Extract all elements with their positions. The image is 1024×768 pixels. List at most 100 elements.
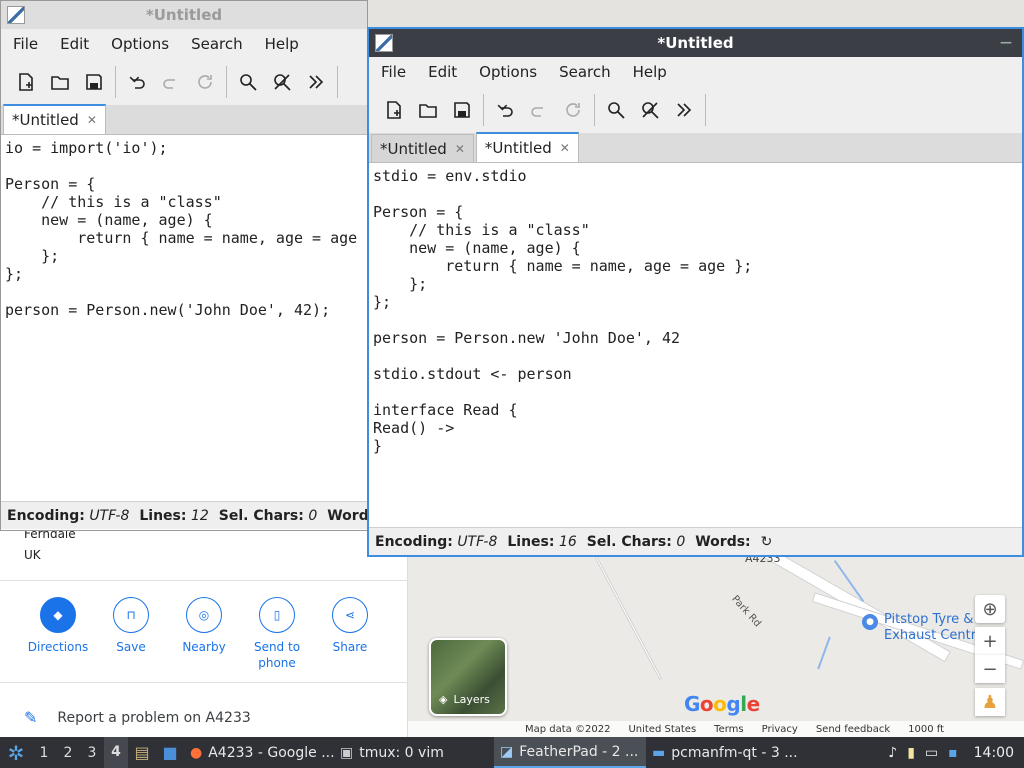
divider	[0, 682, 408, 683]
tab-untitled-1[interactable]: *Untitled ✕	[371, 134, 474, 162]
layers-icon: ◈	[439, 693, 448, 706]
start-menu-button[interactable]: ✲	[0, 737, 32, 768]
toolbar	[1, 59, 367, 105]
menu-help[interactable]: Help	[633, 63, 667, 81]
share-icon: ⋖	[344, 608, 356, 622]
map-path	[593, 554, 663, 681]
menu-search[interactable]: Search	[191, 35, 243, 53]
file-manager-launcher[interactable]: ▤	[128, 743, 156, 762]
workspace-1[interactable]: 1	[32, 745, 56, 761]
volume-icon[interactable]: ♪	[888, 745, 897, 761]
updates-icon[interactable]: ▪	[948, 745, 958, 761]
open-file-button[interactable]	[411, 93, 445, 127]
nearby-button[interactable]: ◎ Nearby	[170, 597, 238, 655]
send-to-phone-button[interactable]: ▯ Send to phone	[243, 597, 311, 671]
toolbar-separator	[483, 94, 484, 126]
find-button[interactable]	[599, 93, 633, 127]
folder-icon: ▬	[652, 744, 666, 761]
privacy-link[interactable]: Privacy	[762, 724, 798, 735]
menu-search[interactable]: Search	[559, 63, 611, 81]
task-terminal[interactable]: ▣ tmux: 0 vim	[334, 737, 494, 768]
tab-untitled-2[interactable]: *Untitled ✕	[475, 132, 579, 162]
close-tab-icon[interactable]: ✕	[560, 141, 570, 155]
toolbar-separator	[337, 66, 338, 98]
tab-untitled[interactable]: *Untitled ✕	[3, 104, 106, 134]
menu-file[interactable]: File	[13, 35, 38, 53]
network-icon[interactable]: ▭	[925, 745, 938, 761]
save-place-button[interactable]: ⊓ Save	[97, 597, 165, 655]
undo-button[interactable]	[120, 65, 154, 99]
menu-options[interactable]: Options	[111, 35, 169, 53]
zoom-out-button[interactable]: −	[975, 655, 1005, 683]
share-button[interactable]: ⋖ Share	[316, 597, 384, 655]
window-title: *Untitled	[145, 6, 223, 24]
title-bar[interactable]: *Untitled —	[369, 29, 1022, 57]
pencil-icon: ✎	[24, 708, 38, 727]
phone-icon: ▯	[273, 608, 281, 622]
region-link[interactable]: United States	[628, 724, 696, 735]
menu-file[interactable]: File	[381, 63, 406, 81]
new-file-button[interactable]	[9, 65, 43, 99]
code-editor[interactable]: io = import('io'); Person = { // this is…	[1, 135, 367, 497]
menu-edit[interactable]: Edit	[428, 63, 457, 81]
lines-value: 16	[558, 533, 577, 550]
more-button[interactable]	[667, 93, 701, 127]
new-file-button[interactable]	[377, 93, 411, 127]
minimize-icon[interactable]: —	[1000, 35, 1012, 49]
redo-button[interactable]	[522, 93, 556, 127]
replace-button[interactable]	[633, 93, 667, 127]
close-tab-icon[interactable]: ✕	[455, 142, 465, 156]
replace-icon	[642, 102, 659, 119]
reload-button[interactable]	[188, 65, 222, 99]
more-button[interactable]	[299, 65, 333, 99]
workspace-2[interactable]: 2	[56, 745, 80, 761]
undo-icon	[497, 104, 513, 117]
toolbar-separator	[226, 66, 227, 98]
clock[interactable]: 14:00	[974, 745, 1014, 761]
terms-link[interactable]: Terms	[714, 724, 743, 735]
task-pcmanfm[interactable]: ▬ pcmanfm-qt - 3 ...	[646, 737, 806, 768]
report-problem-link[interactable]: ✎ Report a problem on A4233	[24, 708, 251, 727]
zoom-in-button[interactable]: +	[975, 627, 1005, 655]
featherpad-window-front[interactable]: *Untitled — File Edit Options Search Hel…	[367, 27, 1024, 557]
google-logo: Google	[684, 692, 760, 716]
pegman-button[interactable]: ♟	[975, 688, 1005, 716]
open-folder-icon	[419, 104, 437, 118]
show-desktop-button[interactable]: ■	[156, 743, 184, 762]
layers-button[interactable]: ◈ Layers	[429, 638, 507, 716]
save-button[interactable]	[77, 65, 111, 99]
workspace-3[interactable]: 3	[80, 745, 104, 761]
clipboard-icon[interactable]: ▮	[907, 745, 915, 761]
replace-button[interactable]	[265, 65, 299, 99]
plus-icon: +	[982, 630, 998, 652]
redo-icon	[531, 107, 543, 117]
reload-icon	[566, 103, 580, 117]
reload-button[interactable]	[556, 93, 590, 127]
my-location-button[interactable]: ⊕	[975, 595, 1005, 623]
refresh-words-icon[interactable]: ↻	[761, 534, 773, 550]
undo-button[interactable]	[488, 93, 522, 127]
find-button[interactable]	[231, 65, 265, 99]
code-editor[interactable]: stdio = env.stdio Person = { // this is …	[369, 163, 1022, 497]
task-featherpad[interactable]: ◪ FeatherPad - 2 ...	[494, 737, 646, 768]
title-bar[interactable]: *Untitled	[1, 1, 367, 29]
featherpad-window-back[interactable]: *Untitled File Edit Options Search Help …	[0, 0, 368, 531]
find-icon	[608, 102, 625, 119]
menu-edit[interactable]: Edit	[60, 35, 89, 53]
close-tab-icon[interactable]: ✕	[87, 113, 97, 127]
menu-options[interactable]: Options	[479, 63, 537, 81]
sel-chars-value: 0	[676, 533, 686, 550]
open-file-button[interactable]	[43, 65, 77, 99]
save-button[interactable]	[445, 93, 479, 127]
report-problem-label: Report a problem on A4233	[57, 709, 251, 726]
new-file-icon	[387, 101, 401, 119]
directions-button[interactable]: ◆ Directions	[24, 597, 92, 655]
new-file-icon	[19, 73, 33, 91]
find-icon	[240, 74, 257, 91]
redo-button[interactable]	[154, 65, 188, 99]
menu-help[interactable]: Help	[265, 35, 299, 53]
task-firefox[interactable]: ● A4233 - Google ...	[184, 737, 334, 768]
workspace-4[interactable]: 4	[104, 737, 128, 768]
directions-icon: ◆	[53, 608, 63, 622]
send-feedback-link[interactable]: Send feedback	[816, 724, 890, 735]
